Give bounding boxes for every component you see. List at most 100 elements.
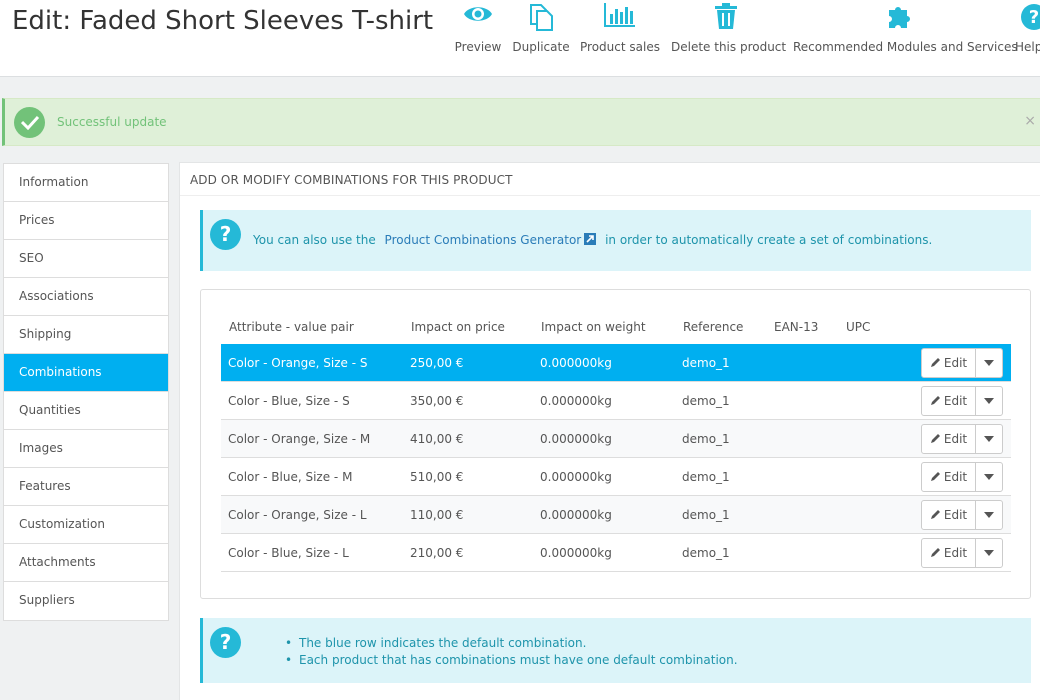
table-row[interactable]: Color - Blue, Size - M 510,00 € 0.000000… [221, 458, 1011, 496]
cell-attribute: Color - Blue, Size - M [228, 470, 353, 484]
pencil-icon [930, 472, 940, 481]
row-actions-dropdown[interactable] [976, 539, 1002, 567]
cell-attribute: Color - Blue, Size - S [228, 394, 350, 408]
tab-combinations[interactable]: Combinations [4, 354, 168, 392]
caret-down-icon [984, 436, 994, 442]
cell-weight: 0.000000kg [540, 394, 612, 408]
combinations-panel: ADD OR MODIFY COMBINATIONS FOR THIS PROD… [179, 162, 1040, 700]
edit-button[interactable]: Edit [922, 463, 976, 491]
default-combination-info: ? The blue row indicates the default com… [200, 618, 1031, 683]
tab-quantities[interactable]: Quantities [4, 392, 168, 430]
edit-button[interactable]: Edit [922, 501, 976, 529]
cell-weight: 0.000000kg [540, 356, 612, 370]
table-row[interactable]: Color - Orange, Size - L 110,00 € 0.0000… [221, 496, 1011, 534]
col-weight: Impact on weight [541, 320, 646, 334]
check-icon [14, 107, 45, 138]
duplicate-button[interactable]: Duplicate [511, 0, 571, 60]
row-actions-dropdown[interactable] [976, 387, 1002, 415]
caret-down-icon [984, 398, 994, 404]
cell-reference: demo_1 [682, 394, 730, 408]
help-button[interactable]: ? Help [1015, 0, 1040, 60]
info-notes: The blue row indicates the default combi… [285, 635, 738, 669]
edit-label: Edit [943, 470, 968, 484]
panel-heading-text: ADD OR MODIFY COMBINATIONS FOR THIS PROD… [190, 173, 513, 187]
row-actions-dropdown[interactable] [976, 463, 1002, 491]
col-price: Impact on price [411, 320, 505, 334]
tab-customization[interactable]: Customization [4, 506, 168, 544]
preview-button[interactable]: Preview [452, 0, 504, 60]
table-row-default[interactable]: Color - Orange, Size - S 250,00 € 0.0000… [221, 344, 1011, 382]
svg-text:?: ? [1029, 7, 1039, 28]
table-row[interactable]: Color - Orange, Size - M 410,00 € 0.0000… [221, 420, 1011, 458]
cell-attribute: Color - Orange, Size - M [228, 432, 371, 446]
row-actions: Edit [921, 462, 1003, 492]
combinations-generator-link[interactable]: Product Combinations Generator [385, 233, 597, 247]
caret-down-icon [984, 550, 994, 556]
tab-attachments[interactable]: Attachments [4, 544, 168, 582]
edit-button[interactable]: Edit [922, 387, 976, 415]
preview-label: Preview [454, 40, 502, 54]
row-actions-dropdown[interactable] [976, 501, 1002, 529]
duplicate-label: Duplicate [512, 40, 570, 54]
table-row[interactable]: Color - Blue, Size - L 210,00 € 0.000000… [221, 534, 1011, 572]
cell-weight: 0.000000kg [540, 546, 612, 560]
edit-button[interactable]: Edit [922, 349, 976, 377]
cell-attribute: Color - Orange, Size - L [228, 508, 367, 522]
row-actions: Edit [921, 348, 1003, 378]
eye-icon [452, 2, 504, 38]
tab-suppliers[interactable]: Suppliers [4, 582, 168, 620]
info-text-before: You can also use the [253, 233, 376, 247]
edit-button[interactable]: Edit [922, 425, 976, 453]
caret-down-icon [984, 474, 994, 480]
cell-price: 350,00 € [410, 394, 464, 408]
table-row[interactable]: Color - Blue, Size - S 350,00 € 0.000000… [221, 382, 1011, 420]
tab-prices[interactable]: Prices [4, 202, 168, 240]
success-message: Successful update [57, 115, 167, 129]
cell-reference: demo_1 [682, 508, 730, 522]
info-text-after: in order to automatically create a set o… [605, 233, 933, 247]
delete-product-label: Delete this product [671, 40, 787, 54]
edit-label: Edit [943, 356, 968, 370]
cell-price: 510,00 € [410, 470, 464, 484]
puzzle-icon [793, 2, 1005, 38]
tab-seo[interactable]: SEO [4, 240, 168, 278]
edit-button[interactable]: Edit [922, 539, 976, 567]
help-label: Help [1015, 40, 1040, 54]
tab-shipping[interactable]: Shipping [4, 316, 168, 354]
product-tabs: Information Prices SEO Associations Ship… [3, 163, 169, 621]
recommended-modules-button[interactable]: Recommended Modules and Services [793, 0, 1018, 60]
external-link-icon [584, 233, 597, 245]
tab-features[interactable]: Features [4, 468, 168, 506]
tab-images[interactable]: Images [4, 430, 168, 468]
question-icon: ? [210, 627, 241, 658]
caret-down-icon [984, 512, 994, 518]
tab-information[interactable]: Information [4, 164, 168, 202]
close-alert-button[interactable]: × [1024, 113, 1036, 129]
info-text: You can also use the Product Combination… [253, 233, 932, 247]
combinations-table: Attribute - value pair Impact on price I… [200, 289, 1031, 599]
row-actions-dropdown[interactable] [976, 349, 1002, 377]
row-actions-dropdown[interactable] [976, 425, 1002, 453]
bar-chart-icon [580, 2, 660, 38]
cell-reference: demo_1 [682, 546, 730, 560]
col-ean13: EAN-13 [774, 320, 819, 334]
product-sales-button[interactable]: Product sales [580, 0, 660, 60]
question-icon: ? [210, 219, 241, 250]
cell-weight: 0.000000kg [540, 432, 612, 446]
tab-associations[interactable]: Associations [4, 278, 168, 316]
page-header: Edit: Faded Short Sleeves T-shirt Previe… [0, 0, 1040, 77]
pencil-icon [930, 548, 940, 557]
row-actions: Edit [921, 538, 1003, 568]
edit-label: Edit [943, 546, 968, 560]
copy-icon [511, 2, 571, 38]
row-actions: Edit [921, 386, 1003, 416]
success-alert: Successful update × [2, 98, 1040, 146]
cell-reference: demo_1 [682, 470, 730, 484]
pencil-icon [930, 510, 940, 519]
cell-price: 210,00 € [410, 546, 464, 560]
cell-attribute: Color - Orange, Size - S [228, 356, 368, 370]
recommended-modules-label: Recommended Modules and Services [793, 40, 1018, 54]
delete-product-button[interactable]: Delete this product [671, 0, 787, 60]
col-reference: Reference [683, 320, 744, 334]
cell-reference: demo_1 [682, 432, 730, 446]
